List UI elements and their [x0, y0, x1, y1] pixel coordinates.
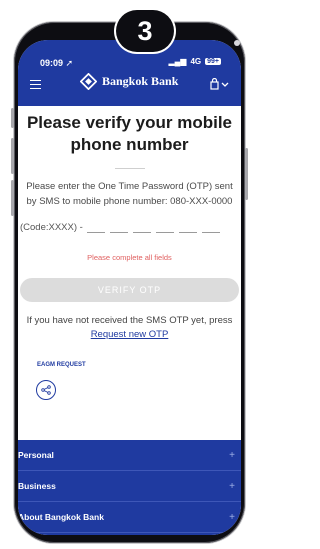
plus-icon: + — [229, 511, 235, 523]
otp-digit-input[interactable] — [201, 222, 220, 233]
verify-otp-button[interactable]: VERIFY OTP — [20, 278, 239, 302]
otp-input-row: (Code:XXXX) - — [20, 219, 241, 233]
phone-side-button — [11, 108, 14, 128]
plus-icon: + — [229, 480, 235, 492]
otp-digit-input[interactable] — [132, 222, 151, 233]
menu-icon[interactable] — [30, 80, 41, 89]
bangkok-bank-logo-icon — [80, 73, 97, 90]
share-button[interactable] — [36, 380, 56, 400]
footer-item-label: About Bangkok Bank — [18, 512, 104, 522]
phone-side-button — [11, 138, 14, 174]
footer-item-business[interactable]: Business + — [18, 471, 241, 502]
request-new-otp-link[interactable]: Request new OTP — [91, 329, 169, 340]
otp-digit-input[interactable] — [109, 222, 128, 233]
title-divider — [114, 168, 145, 169]
resend-text: If you have not received the SMS OTP yet… — [26, 315, 233, 326]
resend-info: If you have not received the SMS OTP yet… — [18, 314, 241, 342]
network-type: 4G — [190, 57, 202, 66]
brand-name: Bangkok Bank — [102, 74, 179, 88]
otp-digit-input[interactable] — [178, 222, 197, 233]
code-label: (Code:XXXX) - — [20, 222, 83, 233]
footer-item-personal[interactable]: Personal + — [18, 440, 241, 471]
verify-content: Please verify your mobile phone number P… — [18, 106, 241, 400]
phone-side-button — [11, 180, 14, 216]
eagm-request-link[interactable]: EAGM REQUEST — [37, 362, 241, 368]
footer-item-label: Business — [18, 481, 56, 491]
signal-icon: ▂▄▆ — [168, 57, 187, 66]
share-icon — [41, 385, 51, 395]
status-time: 09:09 ➚ — [40, 58, 74, 68]
battery-icon: 99+ — [205, 58, 221, 65]
footer-nav: Personal + Business + About Bangkok Bank… — [18, 440, 241, 535]
step-badge: 3 — [116, 10, 174, 52]
footer-item-label: Personal — [18, 450, 54, 460]
status-indicators: ▂▄▆ 4G 99+ — [168, 57, 221, 66]
phone-screen: 09:09 ➚ ▂▄▆ 4G 99+ Bangkok Bank Please v — [18, 40, 241, 535]
footer-item-about[interactable]: About Bangkok Bank + — [18, 502, 241, 533]
account-icon[interactable] — [209, 77, 229, 93]
front-camera — [234, 40, 240, 46]
plus-icon: + — [229, 449, 235, 461]
brand-logo[interactable]: Bangkok Bank — [80, 73, 178, 90]
otp-digit-input[interactable] — [155, 222, 174, 233]
error-message: Please complete all fields — [87, 253, 172, 262]
otp-digit-input[interactable] — [86, 222, 105, 233]
otp-instruction: Please enter the One Time Password (OTP)… — [26, 181, 233, 207]
page-title: Please verify your mobile phone number — [26, 113, 233, 154]
phone-side-button — [245, 148, 248, 200]
